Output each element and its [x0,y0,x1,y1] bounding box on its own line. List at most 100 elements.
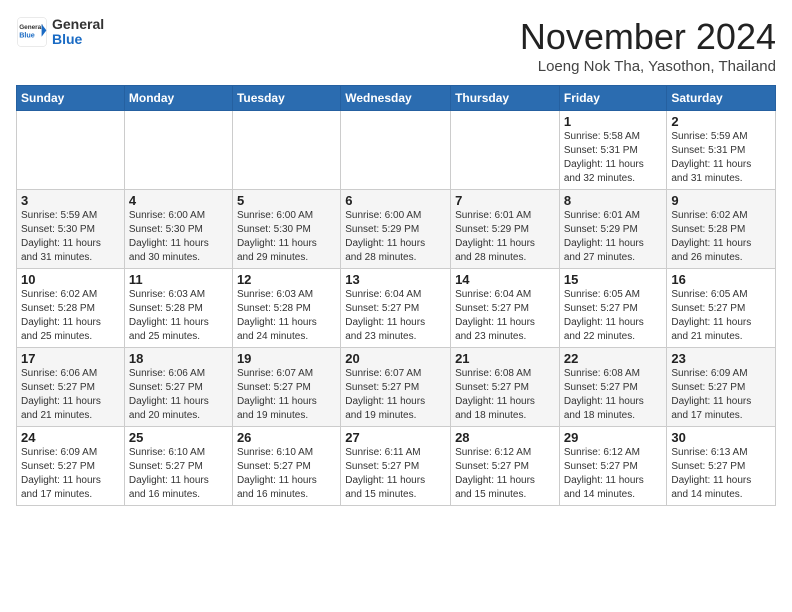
day-number: 21 [455,351,555,366]
calendar-cell: 13Sunrise: 6:04 AM Sunset: 5:27 PM Dayli… [341,269,451,348]
day-number: 3 [21,193,120,208]
day-info: Sunrise: 5:59 AM Sunset: 5:31 PM Dayligh… [671,130,771,186]
day-info: Sunrise: 6:03 AM Sunset: 5:28 PM Dayligh… [129,288,228,344]
day-number: 18 [129,351,228,366]
calendar-cell: 14Sunrise: 6:04 AM Sunset: 5:27 PM Dayli… [451,269,560,348]
calendar-cell: 23Sunrise: 6:09 AM Sunset: 5:27 PM Dayli… [667,348,776,427]
calendar-cell: 8Sunrise: 6:01 AM Sunset: 5:29 PM Daylig… [559,190,667,269]
calendar-cell: 29Sunrise: 6:12 AM Sunset: 5:27 PM Dayli… [559,427,667,506]
calendar-cell: 4Sunrise: 6:00 AM Sunset: 5:30 PM Daylig… [124,190,232,269]
calendar-cell: 27Sunrise: 6:11 AM Sunset: 5:27 PM Dayli… [341,427,451,506]
day-number: 10 [21,272,120,287]
day-number: 4 [129,193,228,208]
day-number: 2 [671,114,771,129]
day-info: Sunrise: 6:02 AM Sunset: 5:28 PM Dayligh… [21,288,120,344]
day-number: 17 [21,351,120,366]
week-row-2: 3Sunrise: 5:59 AM Sunset: 5:30 PM Daylig… [17,190,776,269]
day-info: Sunrise: 6:00 AM Sunset: 5:29 PM Dayligh… [345,209,446,265]
day-number: 29 [564,430,663,445]
title-block: November 2024 Loeng Nok Tha, Yasothon, T… [520,16,776,75]
day-header-thursday: Thursday [451,86,560,111]
month-title: November 2024 [520,16,776,58]
day-info: Sunrise: 6:07 AM Sunset: 5:27 PM Dayligh… [237,367,336,423]
svg-text:General: General [19,24,43,31]
calendar-cell [124,111,232,190]
calendar-cell: 16Sunrise: 6:05 AM Sunset: 5:27 PM Dayli… [667,269,776,348]
day-info: Sunrise: 6:04 AM Sunset: 5:27 PM Dayligh… [455,288,555,344]
calendar-cell: 9Sunrise: 6:02 AM Sunset: 5:28 PM Daylig… [667,190,776,269]
day-header-saturday: Saturday [667,86,776,111]
day-number: 8 [564,193,663,208]
day-info: Sunrise: 6:09 AM Sunset: 5:27 PM Dayligh… [671,367,771,423]
day-number: 15 [564,272,663,287]
calendar-cell: 25Sunrise: 6:10 AM Sunset: 5:27 PM Dayli… [124,427,232,506]
calendar-cell: 26Sunrise: 6:10 AM Sunset: 5:27 PM Dayli… [232,427,340,506]
calendar-cell: 30Sunrise: 6:13 AM Sunset: 5:27 PM Dayli… [667,427,776,506]
header: General Blue General Blue November 2024 … [16,16,776,75]
day-number: 23 [671,351,771,366]
day-info: Sunrise: 6:12 AM Sunset: 5:27 PM Dayligh… [455,446,555,502]
calendar-header-row: SundayMondayTuesdayWednesdayThursdayFrid… [17,86,776,111]
day-number: 6 [345,193,446,208]
location: Loeng Nok Tha, Yasothon, Thailand [520,58,776,75]
day-number: 30 [671,430,771,445]
day-info: Sunrise: 6:01 AM Sunset: 5:29 PM Dayligh… [455,209,555,265]
page: General Blue General Blue November 2024 … [0,0,792,612]
day-info: Sunrise: 6:09 AM Sunset: 5:27 PM Dayligh… [21,446,120,502]
day-info: Sunrise: 6:04 AM Sunset: 5:27 PM Dayligh… [345,288,446,344]
day-number: 24 [21,430,120,445]
week-row-3: 10Sunrise: 6:02 AM Sunset: 5:28 PM Dayli… [17,269,776,348]
calendar-cell: 11Sunrise: 6:03 AM Sunset: 5:28 PM Dayli… [124,269,232,348]
day-info: Sunrise: 6:06 AM Sunset: 5:27 PM Dayligh… [21,367,120,423]
day-info: Sunrise: 6:11 AM Sunset: 5:27 PM Dayligh… [345,446,446,502]
calendar-cell: 3Sunrise: 5:59 AM Sunset: 5:30 PM Daylig… [17,190,125,269]
day-info: Sunrise: 6:05 AM Sunset: 5:27 PM Dayligh… [671,288,771,344]
day-number: 20 [345,351,446,366]
day-number: 25 [129,430,228,445]
day-number: 16 [671,272,771,287]
day-info: Sunrise: 6:10 AM Sunset: 5:27 PM Dayligh… [129,446,228,502]
calendar-cell [232,111,340,190]
day-number: 7 [455,193,555,208]
calendar-cell: 10Sunrise: 6:02 AM Sunset: 5:28 PM Dayli… [17,269,125,348]
day-info: Sunrise: 5:59 AM Sunset: 5:30 PM Dayligh… [21,209,120,265]
calendar-cell: 20Sunrise: 6:07 AM Sunset: 5:27 PM Dayli… [341,348,451,427]
day-number: 19 [237,351,336,366]
logo-text: General Blue [52,17,104,48]
day-header-wednesday: Wednesday [341,86,451,111]
day-header-sunday: Sunday [17,86,125,111]
day-info: Sunrise: 6:05 AM Sunset: 5:27 PM Dayligh… [564,288,663,344]
logo-icon: General Blue [16,16,48,48]
calendar-cell: 24Sunrise: 6:09 AM Sunset: 5:27 PM Dayli… [17,427,125,506]
calendar-cell [17,111,125,190]
day-info: Sunrise: 6:12 AM Sunset: 5:27 PM Dayligh… [564,446,663,502]
week-row-1: 1Sunrise: 5:58 AM Sunset: 5:31 PM Daylig… [17,111,776,190]
calendar-cell [341,111,451,190]
day-number: 27 [345,430,446,445]
calendar-cell: 5Sunrise: 6:00 AM Sunset: 5:30 PM Daylig… [232,190,340,269]
calendar-cell: 1Sunrise: 5:58 AM Sunset: 5:31 PM Daylig… [559,111,667,190]
calendar-cell: 17Sunrise: 6:06 AM Sunset: 5:27 PM Dayli… [17,348,125,427]
day-info: Sunrise: 6:10 AM Sunset: 5:27 PM Dayligh… [237,446,336,502]
day-number: 9 [671,193,771,208]
day-number: 1 [564,114,663,129]
day-number: 26 [237,430,336,445]
svg-text:Blue: Blue [19,31,35,40]
day-info: Sunrise: 5:58 AM Sunset: 5:31 PM Dayligh… [564,130,663,186]
calendar-cell: 6Sunrise: 6:00 AM Sunset: 5:29 PM Daylig… [341,190,451,269]
day-header-friday: Friday [559,86,667,111]
day-number: 5 [237,193,336,208]
calendar-cell: 7Sunrise: 6:01 AM Sunset: 5:29 PM Daylig… [451,190,560,269]
day-info: Sunrise: 6:06 AM Sunset: 5:27 PM Dayligh… [129,367,228,423]
calendar-cell: 28Sunrise: 6:12 AM Sunset: 5:27 PM Dayli… [451,427,560,506]
day-number: 14 [455,272,555,287]
calendar-cell: 19Sunrise: 6:07 AM Sunset: 5:27 PM Dayli… [232,348,340,427]
day-info: Sunrise: 6:13 AM Sunset: 5:27 PM Dayligh… [671,446,771,502]
calendar-body: 1Sunrise: 5:58 AM Sunset: 5:31 PM Daylig… [17,111,776,506]
day-header-monday: Monday [124,86,232,111]
day-number: 22 [564,351,663,366]
day-number: 28 [455,430,555,445]
calendar-cell [451,111,560,190]
day-info: Sunrise: 6:08 AM Sunset: 5:27 PM Dayligh… [455,367,555,423]
calendar: SundayMondayTuesdayWednesdayThursdayFrid… [16,85,776,506]
